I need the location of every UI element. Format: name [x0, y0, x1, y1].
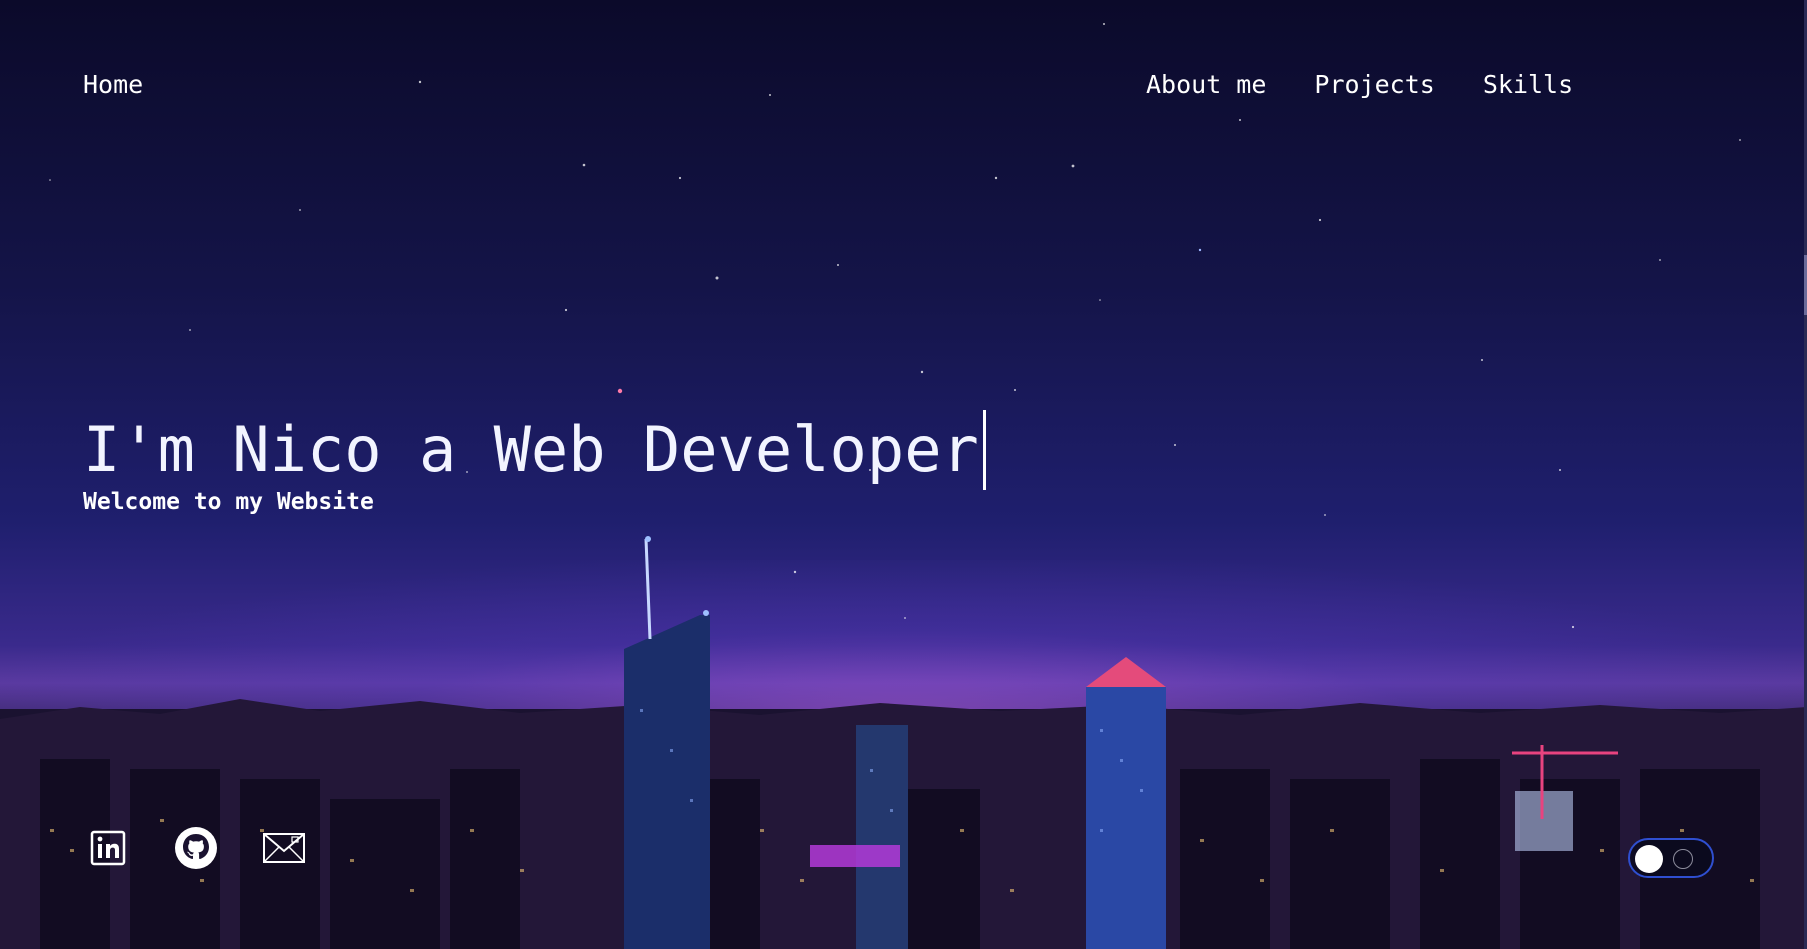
- linkedin-link[interactable]: [86, 826, 130, 870]
- theme-toggle[interactable]: [1628, 838, 1714, 878]
- nav-projects-link[interactable]: Projects: [1314, 70, 1434, 99]
- city-skyline-background: [0, 536, 1807, 949]
- github-link[interactable]: [174, 826, 218, 870]
- typing-cursor: [982, 410, 986, 490]
- mail-icon: [263, 833, 305, 863]
- top-navigation: Home About me Projects Skills: [0, 0, 1807, 130]
- nav-skills-link[interactable]: Skills: [1483, 70, 1573, 99]
- nav-about-me-link[interactable]: About me: [1146, 70, 1266, 99]
- page: Home About me Projects Skills I'm Nico a…: [0, 0, 1807, 949]
- toggle-indicator: [1673, 849, 1693, 869]
- github-icon: [175, 827, 217, 869]
- email-link[interactable]: [262, 826, 306, 870]
- hero-title: I'm Nico a Web Developer: [83, 405, 986, 495]
- hero-title-text: I'm Nico a Web Developer: [83, 413, 979, 486]
- social-links: [86, 826, 306, 870]
- hero-section: I'm Nico a Web Developer Welcome to my W…: [83, 405, 986, 515]
- nav-links: About me Projects Skills: [1146, 70, 1573, 99]
- nav-home-link[interactable]: Home: [83, 70, 143, 99]
- linkedin-icon: [90, 830, 126, 866]
- toggle-knob: [1635, 845, 1663, 873]
